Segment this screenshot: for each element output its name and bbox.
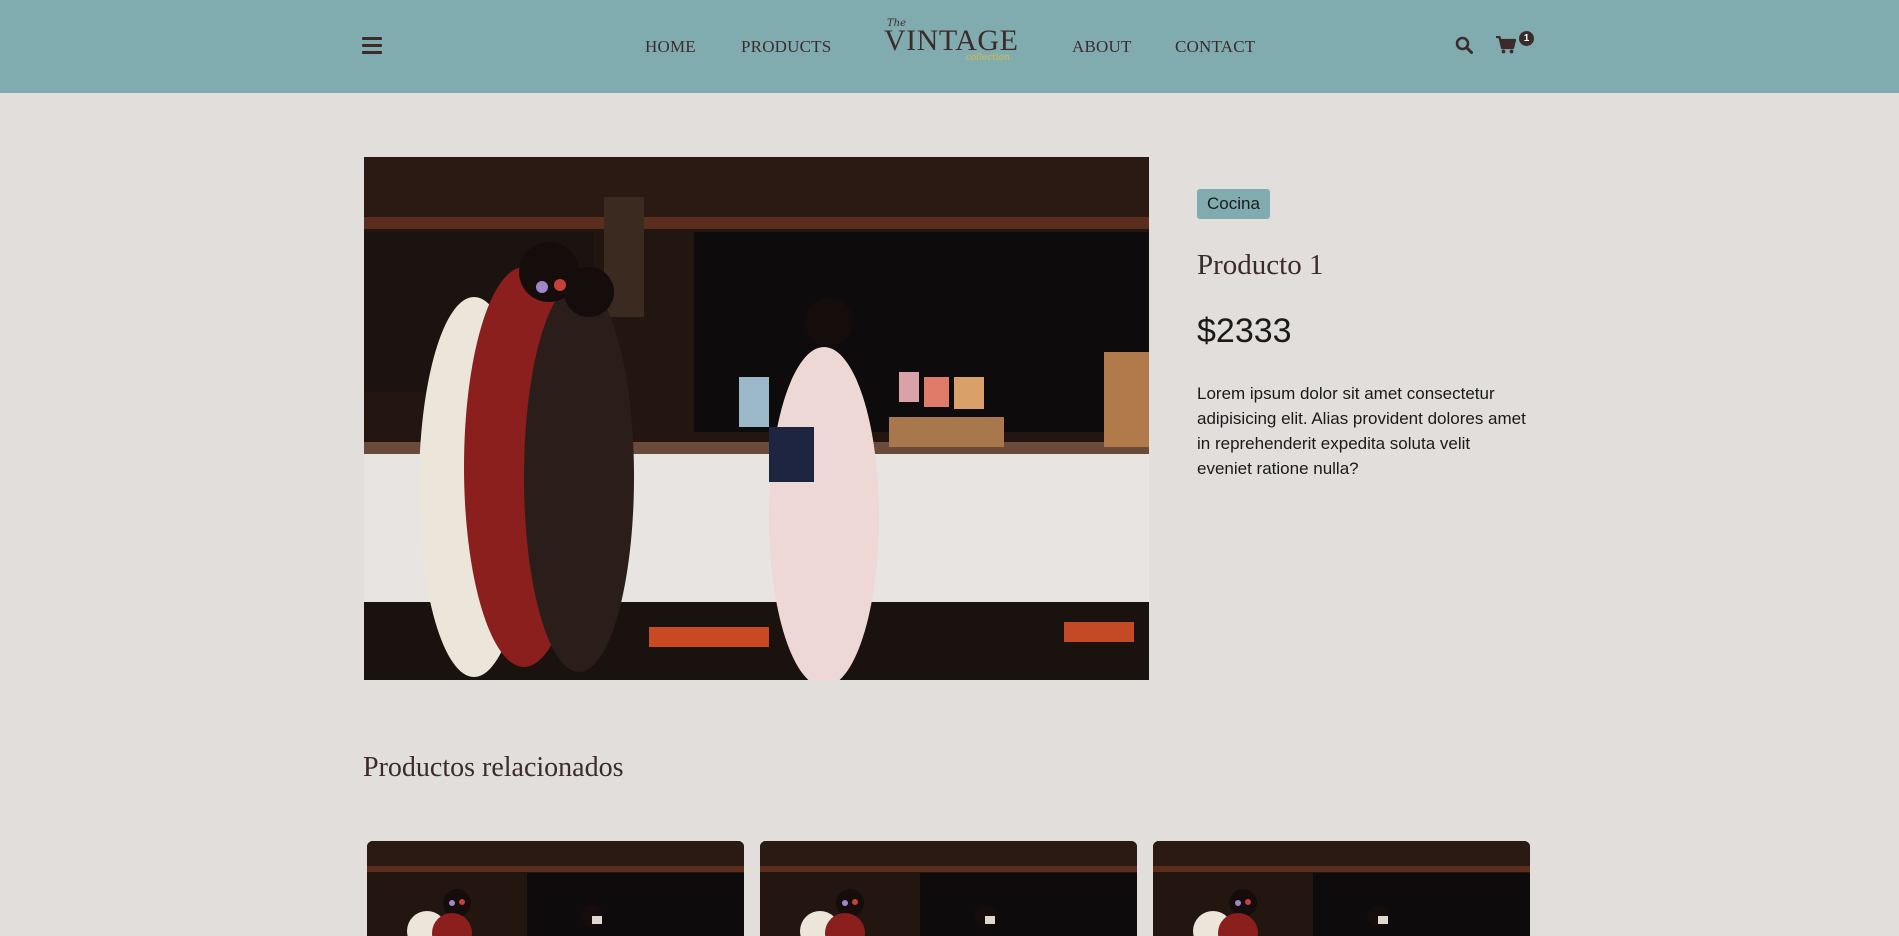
product-image bbox=[364, 157, 1149, 680]
product-description: Lorem ipsum dolor sit amet consectetur a… bbox=[1197, 384, 1526, 478]
logo-sub-text: collection bbox=[965, 53, 1010, 63]
category-badge[interactable]: Cocina bbox=[1197, 189, 1270, 219]
related-product-card[interactable] bbox=[760, 841, 1137, 936]
hamburger-menu-button[interactable] bbox=[362, 37, 382, 55]
cart-count-badge: 1 bbox=[1519, 31, 1534, 46]
related-products-title: Productos relacionados bbox=[363, 752, 624, 783]
nav-home[interactable]: HOME bbox=[645, 37, 696, 57]
product-price: $2333 bbox=[1197, 312, 1292, 350]
related-product-card[interactable] bbox=[367, 841, 744, 936]
nav-contact[interactable]: CONTACT bbox=[1175, 37, 1255, 57]
nav-products[interactable]: PRODUCTS bbox=[741, 37, 831, 57]
product-title: Producto 1 bbox=[1197, 249, 1324, 281]
cart-icon[interactable] bbox=[1496, 35, 1517, 54]
search-icon[interactable] bbox=[1455, 36, 1473, 54]
site-logo[interactable]: The VINTAGE collection bbox=[884, 16, 1018, 66]
site-header: HOME PRODUCTS The VINTAGE collection ABO… bbox=[0, 0, 1899, 93]
nav-about[interactable]: ABOUT bbox=[1072, 37, 1132, 57]
hamburger-icon bbox=[362, 37, 382, 40]
related-product-card[interactable] bbox=[1153, 841, 1530, 936]
